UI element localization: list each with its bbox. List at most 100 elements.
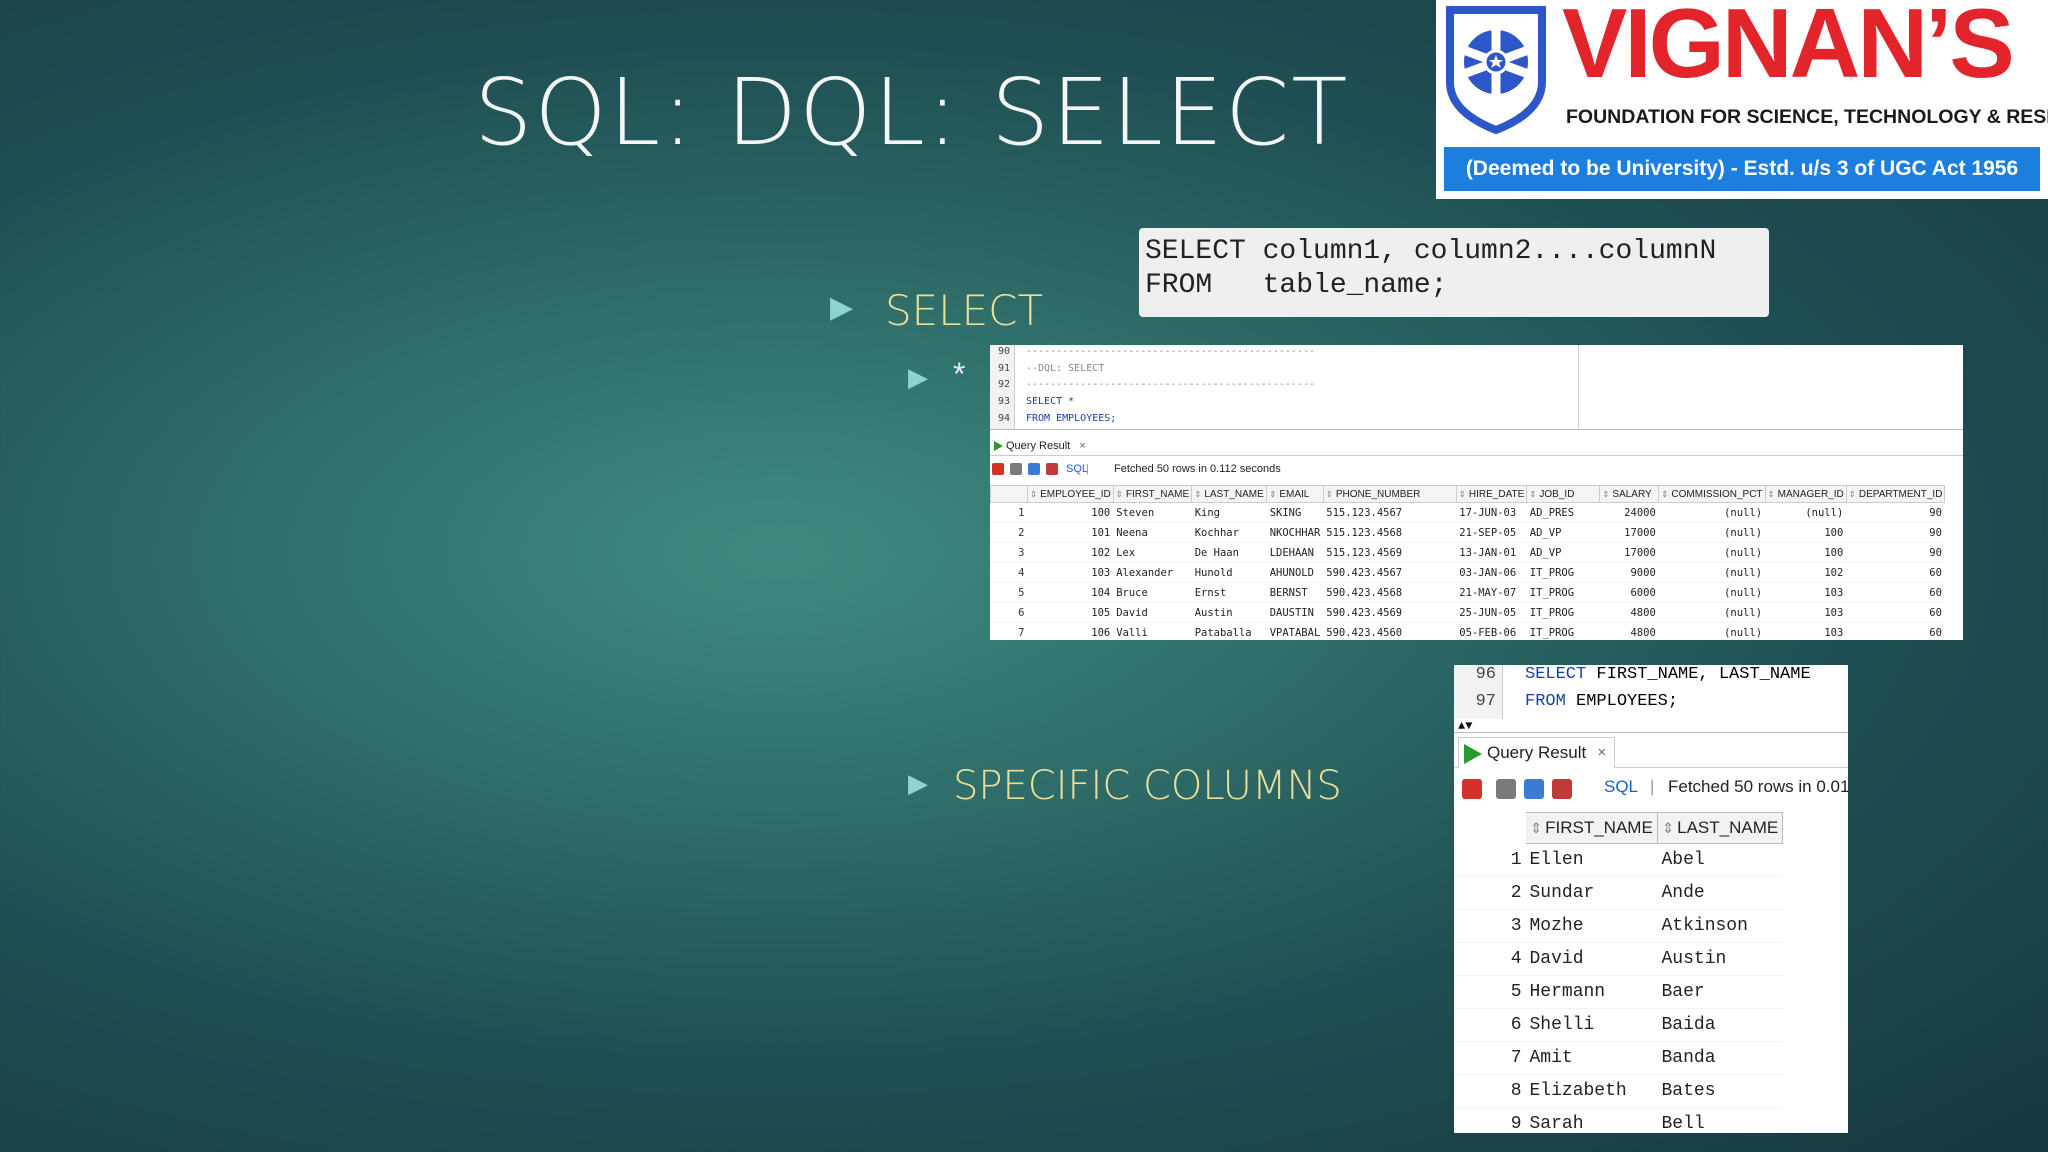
table-cell[interactable]: 515.123.4569 — [1323, 542, 1457, 563]
table-cell[interactable]: 590.423.4567 — [1323, 562, 1457, 583]
table-cell[interactable]: Ellen — [1525, 843, 1658, 877]
table-cell[interactable]: (null) — [1658, 502, 1766, 523]
table-cell[interactable]: (null) — [1658, 562, 1766, 583]
table-cell[interactable]: 60 — [1846, 622, 1945, 640]
table-cell[interactable]: Ernst — [1191, 582, 1267, 603]
table-row[interactable]: 4 103 Alexander Hunold AHUNOLD 590.423.4567 03… — [990, 562, 1945, 583]
table-cell[interactable]: Bates — [1657, 1074, 1783, 1108]
table-cell[interactable]: Atkinson — [1657, 909, 1783, 943]
print-icon[interactable] — [1010, 463, 1022, 475]
table-cell[interactable]: 103 — [1765, 622, 1847, 640]
table-cell[interactable]: Banda — [1657, 1041, 1783, 1075]
table-row[interactable]: 9 Sarah Bell — [1454, 1107, 1783, 1133]
table-cell[interactable]: (null) — [1658, 602, 1766, 623]
table-row[interactable]: 1 100 Steven King SKING 515.123.4567 17-JUN-03… — [990, 502, 1945, 523]
table-cell[interactable]: 21-MAY-07 — [1456, 582, 1527, 603]
table-cell[interactable]: De Haan — [1191, 542, 1267, 563]
table-cell[interactable]: 515.123.4567 — [1323, 502, 1457, 523]
table-cell[interactable]: IT_PROG — [1526, 622, 1600, 640]
table-row[interactable]: 5 104 Bruce Ernst BERNST 590.423.4568 21-MAY-0… — [990, 582, 1945, 603]
column-header[interactable]: ⇕ LAST_NAME — [1191, 485, 1268, 503]
table-row[interactable]: 6 105 David Austin DAUSTIN 590.423.4569 25-JUN… — [990, 602, 1945, 623]
table-cell[interactable]: 102 — [1765, 562, 1847, 583]
table-cell[interactable]: David — [1113, 602, 1192, 623]
table-cell[interactable]: 21-SEP-05 — [1456, 522, 1527, 543]
print-icon[interactable] — [1496, 779, 1516, 799]
table-cell[interactable]: 17-JUN-03 — [1456, 502, 1527, 523]
table-cell[interactable]: 105 — [1027, 602, 1114, 623]
table-cell[interactable]: 103 — [1765, 582, 1847, 603]
tab-query-result[interactable]: Query Result × — [1458, 737, 1616, 768]
table-cell[interactable]: Austin — [1657, 942, 1783, 976]
table-cell[interactable]: David — [1525, 942, 1658, 976]
table-cell[interactable]: Pataballa — [1191, 622, 1267, 640]
table-cell[interactable]: VPATABAL — [1266, 622, 1324, 640]
refresh-icon[interactable] — [1028, 463, 1040, 475]
table-cell[interactable]: 60 — [1846, 582, 1945, 603]
table-cell[interactable]: Lex — [1113, 542, 1192, 563]
table-cell[interactable]: Hermann — [1525, 975, 1658, 1009]
table-cell[interactable]: NKOCHHAR — [1266, 522, 1324, 543]
table-cell[interactable]: BERNST — [1266, 582, 1324, 603]
table-cell[interactable]: 17000 — [1599, 542, 1659, 563]
table-cell[interactable]: 90 — [1846, 542, 1945, 563]
table-cell[interactable]: Amit — [1525, 1041, 1658, 1075]
table-row[interactable]: 4 David Austin — [1454, 942, 1783, 976]
column-header[interactable]: ⇕ EMAIL — [1266, 485, 1324, 503]
table-cell[interactable]: AD_PRES — [1526, 502, 1600, 523]
column-header[interactable]: ⇕ SALARY — [1599, 485, 1660, 503]
table-row[interactable]: 7 106 Valli Pataballa VPATABAL 590.423.4560 05… — [990, 622, 1945, 640]
column-header[interactable]: ⇕ DEPARTMENT_ID — [1845, 485, 1946, 503]
sql-editor[interactable]: 90 91 92 93 94 -------------------------… — [990, 345, 1963, 430]
table-cell[interactable]: Abel — [1657, 843, 1783, 877]
table-cell[interactable]: 60 — [1846, 562, 1945, 583]
table-cell[interactable]: (null) — [1658, 542, 1766, 563]
table-cell[interactable]: AHUNOLD — [1266, 562, 1324, 583]
table-cell[interactable]: Austin — [1191, 602, 1267, 623]
table-cell[interactable]: 05-FEB-06 — [1456, 622, 1527, 640]
table-row[interactable]: 7 Amit Banda — [1454, 1041, 1783, 1075]
refresh-icon[interactable] — [1524, 779, 1544, 799]
table-cell[interactable]: 590.423.4560 — [1323, 622, 1457, 640]
column-header[interactable]: ⇕ EMPLOYEE_ID — [1027, 485, 1114, 503]
table-cell[interactable]: LDEHAAN — [1266, 542, 1324, 563]
close-icon[interactable]: × — [1597, 738, 1606, 768]
table-cell[interactable]: 13-JAN-01 — [1456, 542, 1527, 563]
table-row[interactable]: 3 Mozhe Atkinson — [1454, 909, 1783, 943]
table-cell[interactable]: Ande — [1657, 876, 1783, 910]
table-cell[interactable]: 6000 — [1599, 582, 1659, 603]
table-cell[interactable]: 9000 — [1599, 562, 1659, 583]
clear-icon[interactable] — [1046, 463, 1058, 475]
column-header[interactable]: ⇕ JOB_ID — [1526, 485, 1601, 503]
table-cell[interactable]: 515.123.4568 — [1323, 522, 1457, 543]
table-cell[interactable]: 103 — [1027, 562, 1114, 583]
table-row[interactable]: 6 Shelli Baida — [1454, 1008, 1783, 1042]
table-cell[interactable]: 100 — [1765, 522, 1847, 543]
table-cell[interactable]: 101 — [1027, 522, 1114, 543]
table-cell[interactable]: AD_VP — [1526, 522, 1600, 543]
table-cell[interactable]: (null) — [1658, 582, 1766, 603]
table-cell[interactable]: IT_PROG — [1526, 582, 1600, 603]
table-cell[interactable]: 103 — [1765, 602, 1847, 623]
pin-icon[interactable] — [1462, 779, 1482, 799]
table-cell[interactable]: 60 — [1846, 602, 1945, 623]
table-cell[interactable]: IT_PROG — [1526, 602, 1600, 623]
table-cell[interactable]: Bell — [1657, 1107, 1783, 1133]
table-cell[interactable]: 03-JAN-06 — [1456, 562, 1527, 583]
table-cell[interactable]: Shelli — [1525, 1008, 1658, 1042]
table-cell[interactable]: (null) — [1658, 522, 1766, 543]
table-cell[interactable]: 100 — [1027, 502, 1114, 523]
table-cell[interactable]: Alexander — [1113, 562, 1192, 583]
table-cell[interactable]: 17000 — [1599, 522, 1659, 543]
table-cell[interactable]: King — [1191, 502, 1267, 523]
table-cell[interactable]: 4800 — [1599, 622, 1659, 640]
table-cell[interactable]: 25-JUN-05 — [1456, 602, 1527, 623]
table-cell[interactable]: Baida — [1657, 1008, 1783, 1042]
table-cell[interactable]: AD_VP — [1526, 542, 1600, 563]
table-cell[interactable]: 100 — [1765, 542, 1847, 563]
table-cell[interactable]: Sarah — [1525, 1107, 1658, 1133]
splitter-arrows-icon[interactable]: ▲▼ — [1458, 720, 1472, 732]
table-cell[interactable]: 590.423.4569 — [1323, 602, 1457, 623]
table-cell[interactable]: Sundar — [1525, 876, 1658, 910]
table-cell[interactable]: 590.423.4568 — [1323, 582, 1457, 603]
